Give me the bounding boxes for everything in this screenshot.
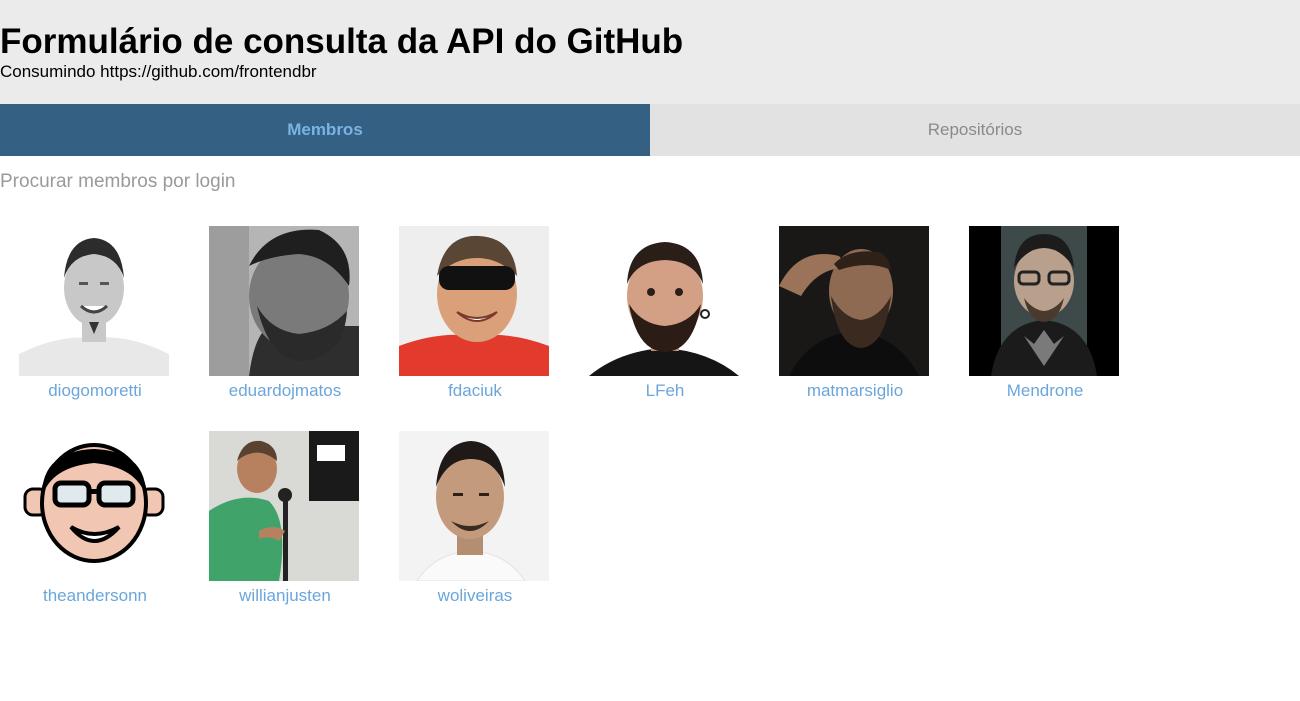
member-card[interactable]: woliveiras (380, 431, 570, 626)
page-subtitle: Consumindo https://github.com/frontendbr (0, 62, 317, 81)
member-card[interactable]: LFeh (570, 226, 760, 421)
avatar (209, 226, 359, 376)
member-card[interactable]: diogomoretti (0, 226, 190, 421)
member-login: matmarsiglio (806, 381, 904, 400)
search-input[interactable] (0, 167, 600, 197)
member-card[interactable]: theandersonn (0, 431, 190, 626)
member-card[interactable]: willianjusten (190, 431, 380, 626)
member-login: eduardojmatos (228, 381, 342, 400)
avatar (589, 226, 739, 376)
avatar (19, 431, 169, 581)
page-title: Formulário de consulta da API do GitHub (0, 22, 684, 61)
avatar (399, 226, 549, 376)
tab-repositorios[interactable]: Repositórios (650, 104, 1300, 156)
member-login: theandersonn (43, 586, 147, 605)
avatar (399, 431, 549, 581)
avatar (209, 431, 359, 581)
member-login: woliveiras (437, 586, 513, 605)
avatar (19, 226, 169, 376)
page-header: Formulário de consulta da API do GitHub … (0, 0, 1300, 104)
member-card[interactable]: fdaciuk (380, 226, 570, 421)
member-card[interactable]: eduardojmatos (190, 226, 380, 421)
member-login: fdaciuk (448, 381, 502, 400)
tab-membros[interactable]: Membros (0, 104, 650, 156)
member-card[interactable]: matmarsiglio (760, 226, 950, 421)
member-login: willianjusten (239, 586, 331, 605)
avatar (779, 226, 929, 376)
member-login: Mendrone (1006, 381, 1084, 400)
member-card[interactable]: Mendrone (950, 226, 1140, 421)
member-login: LFeh (645, 381, 685, 400)
member-login: diogomoretti (48, 381, 142, 400)
avatar (969, 226, 1119, 376)
members-grid: diogomoretti eduardojmatos fdaciuk LFeh … (0, 226, 1300, 701)
tab-bar: Membros Repositórios (0, 104, 1300, 156)
